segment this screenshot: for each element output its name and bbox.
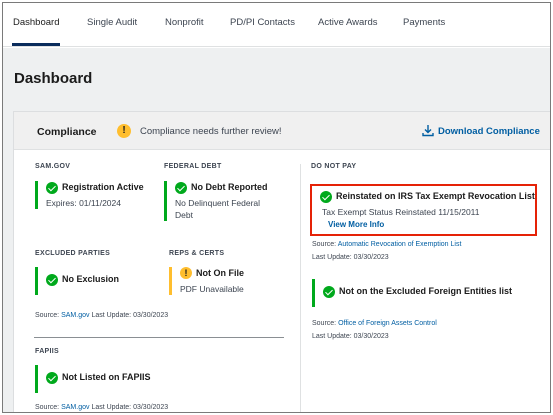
app-frame: Dashboard Single Audit Nonprofit PD/PI C…	[2, 2, 551, 413]
foreign-source: Source: Office of Foreign Assets Control	[312, 320, 437, 327]
check-circle-icon	[46, 182, 58, 194]
compliance-header: Compliance ! Compliance needs further re…	[14, 112, 550, 150]
active-tab-indicator	[12, 43, 60, 46]
irs-last-update: Last Update: 03/30/2023	[312, 254, 389, 261]
irs-reinstated-detail: Tax Exempt Status Reinstated 11/15/2011	[322, 207, 480, 217]
tab-dashboard[interactable]: Dashboard	[13, 17, 59, 28]
sam-expiry: Expires: 01/11/2024	[46, 198, 121, 208]
download-icon	[422, 125, 434, 137]
compliance-card: Compliance ! Compliance needs further re…	[13, 111, 550, 412]
last-update: Last Update: 03/30/2023	[91, 312, 169, 319]
ofac-link[interactable]: Office of Foreign Assets Control	[338, 320, 437, 327]
last-update: Last Update: 03/30/2023	[91, 404, 169, 411]
check-circle-icon	[323, 286, 335, 298]
left-source: Source: SAM.gov Last Update: 03/30/2023	[35, 312, 168, 319]
source-prefix: Source:	[312, 320, 337, 327]
revocation-list-link[interactable]: Automatic Revocation of Exemption List	[338, 241, 462, 248]
debt-status-headline: No Debt Reported	[191, 182, 268, 192]
section-divider	[34, 337, 284, 338]
tab-pd-pi-contacts[interactable]: PD/PI Contacts	[230, 17, 295, 28]
fapiis-status-headline: Not Listed on FAPIIS	[62, 372, 151, 382]
download-compliance-label: Download Compliance	[438, 126, 540, 137]
reps-status-headline: Not On File	[196, 268, 244, 278]
check-circle-icon	[46, 274, 58, 286]
source-prefix: Source:	[35, 404, 60, 411]
debt-status: No Debt Reported No Delinquent Federal D…	[164, 181, 284, 221]
excluded-status: No Exclusion	[35, 267, 155, 295]
warning-icon: !	[180, 267, 192, 279]
irs-revocation-headline: Reinstated on IRS Tax Exempt Revocation …	[336, 191, 535, 201]
tab-nonprofit[interactable]: Nonprofit	[165, 17, 204, 28]
sam-status: Registration Active Expires: 01/11/2024	[35, 181, 155, 209]
compliance-title: Compliance	[37, 126, 97, 138]
sam-status-headline: Registration Active	[62, 182, 144, 192]
irs-source: Source: Automatic Revocation of Exemptio…	[312, 241, 461, 248]
page-title: Dashboard	[14, 70, 93, 87]
sam-section-label: SAM.GOV	[35, 163, 71, 170]
reps-section-label: REPS & CERTS	[169, 250, 225, 257]
check-circle-icon	[46, 372, 58, 384]
compliance-review-message: Compliance needs further review!	[140, 126, 282, 137]
main-content: Dashboard Compliance ! Compliance needs …	[3, 48, 550, 412]
check-circle-icon	[175, 182, 187, 194]
tab-active-awards[interactable]: Active Awards	[318, 17, 378, 28]
foreign-entities-headline: Not on the Excluded Foreign Entities lis…	[339, 286, 513, 296]
view-more-info-link[interactable]: View More Info	[328, 220, 384, 229]
tab-bar: Dashboard Single Audit Nonprofit PD/PI C…	[3, 3, 550, 47]
reps-status: ! Not On File PDF Unavailable	[169, 267, 279, 295]
column-divider	[300, 164, 301, 412]
warning-icon: !	[117, 124, 131, 138]
foreign-entities-status: Not on the Excluded Foreign Entities lis…	[312, 279, 537, 307]
foreign-last-update: Last Update: 03/30/2023	[312, 333, 389, 340]
check-circle-icon	[320, 191, 332, 203]
sam-gov-link[interactable]: SAM.gov	[61, 312, 89, 319]
debt-detail: No Delinquent Federal Debt	[175, 198, 261, 220]
sam-gov-link[interactable]: SAM.gov	[61, 404, 89, 411]
fapiis-section-label: FAPIIS	[35, 348, 59, 355]
irs-revocation-status: Reinstated on IRS Tax Exempt Revocation …	[318, 190, 535, 218]
excluded-section-label: EXCLUDED PARTIES	[35, 250, 111, 257]
debt-section-label: FEDERAL DEBT	[164, 163, 222, 170]
tab-payments[interactable]: Payments	[403, 17, 445, 28]
source-prefix: Source:	[312, 241, 337, 248]
reps-pdf-status: PDF Unavailable	[180, 284, 244, 294]
fapiis-source: Source: SAM.gov Last Update: 03/30/2023	[35, 404, 168, 411]
excluded-status-headline: No Exclusion	[62, 274, 120, 284]
tab-single-audit[interactable]: Single Audit	[87, 17, 137, 28]
fapiis-status: Not Listed on FAPIIS	[35, 365, 185, 393]
source-prefix: Source:	[35, 312, 60, 319]
irs-revocation-highlight: Reinstated on IRS Tax Exempt Revocation …	[310, 184, 537, 236]
do-not-pay-section-label: DO NOT PAY	[311, 163, 357, 170]
